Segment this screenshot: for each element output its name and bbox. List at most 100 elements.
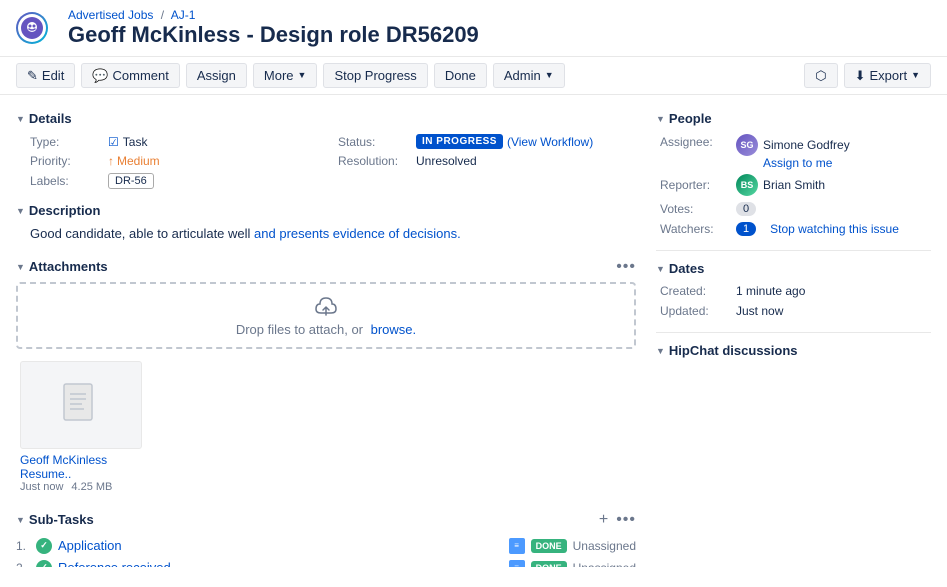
- reporter-name: Brian Smith: [763, 178, 825, 192]
- status-badge: IN PROGRESS: [416, 134, 503, 149]
- reporter-avatar: BS: [736, 174, 758, 196]
- subtask-2-name[interactable]: Reference received: [58, 560, 503, 567]
- votes-label: Votes:: [660, 202, 728, 216]
- stop-progress-button[interactable]: Stop Progress: [323, 63, 427, 88]
- subtask-1-name[interactable]: Application: [58, 538, 503, 553]
- edit-button[interactable]: ✎ ✎ Edit Edit: [16, 63, 75, 88]
- priority-label: Priority:: [30, 154, 100, 168]
- labels-row: Labels: DR-56: [30, 173, 328, 189]
- votes-row: Votes: 0: [660, 202, 931, 216]
- labels-label: Labels:: [30, 174, 100, 188]
- admin-chevron-icon: ▼: [545, 71, 554, 80]
- details-section: ▼ Details Type: ☑ Task Status: IN PROGRE…: [16, 111, 636, 189]
- app-logo: [16, 12, 48, 44]
- watchers-badge[interactable]: 1: [736, 222, 756, 236]
- subtask-2-status-badge: DONE: [531, 561, 567, 567]
- more-dropdown[interactable]: More ▼: [253, 63, 318, 88]
- subtasks-add-icon[interactable]: +: [599, 511, 608, 529]
- subtask-2-check-icon: ✓: [36, 560, 52, 567]
- subtasks-chevron-icon: ▼: [16, 515, 25, 525]
- subtasks-section-title[interactable]: ▼ Sub-Tasks: [16, 512, 94, 527]
- subtask-1-status-badge: DONE: [531, 539, 567, 553]
- updated-row: Updated: Just now: [660, 304, 931, 318]
- description-text: Good candidate, able to articulate well …: [16, 224, 636, 244]
- resolution-row: Resolution: Unresolved: [338, 154, 636, 168]
- subtask-1-num: 1.: [16, 539, 30, 553]
- attachments-section: ▼ Attachments ••• Drop files to attach, …: [16, 258, 636, 497]
- attachment-meta: Just now 4.25 MB: [20, 481, 142, 493]
- admin-dropdown[interactable]: Admin ▼: [493, 63, 565, 88]
- type-row: Type: ☑ Task: [30, 134, 328, 149]
- edit-icon: ✎: [27, 69, 38, 82]
- votes-badge[interactable]: 0: [736, 202, 756, 216]
- created-row: Created: 1 minute ago: [660, 284, 931, 298]
- subtasks-section: ▼ Sub-Tasks + ••• 1. ✓ Application ≡ DON…: [16, 511, 636, 567]
- subtask-row-1: 1. ✓ Application ≡ DONE Unassigned: [16, 535, 636, 557]
- subtask-2-num: 2.: [16, 561, 30, 567]
- attachment-name[interactable]: Geoff McKinless Resume..: [20, 453, 142, 481]
- attachments-section-title[interactable]: ▼ Attachments: [16, 259, 108, 274]
- view-workflow-link[interactable]: (View Workflow): [507, 135, 593, 149]
- description-link[interactable]: and presents evidence of decisions.: [254, 226, 461, 241]
- description-section-title[interactable]: ▼ Description: [16, 203, 636, 218]
- export-chevron-icon: ▼: [911, 71, 920, 80]
- breadcrumb-separator: /: [161, 8, 164, 22]
- reporter-label: Reporter:: [660, 178, 728, 192]
- share-icon: ⬡: [815, 69, 826, 82]
- comment-button[interactable]: 💬 Comment: [81, 63, 180, 88]
- browse-link[interactable]: browse.: [371, 322, 417, 337]
- assignee-row: Assignee: SG Simone Godfrey Assign to me: [660, 134, 931, 170]
- priority-value: ↑ Medium: [108, 154, 160, 168]
- details-section-title[interactable]: ▼ Details: [16, 111, 636, 126]
- status-value: IN PROGRESS (View Workflow): [416, 134, 593, 149]
- breadcrumb-issue[interactable]: AJ-1: [171, 8, 196, 22]
- priority-arrow-icon: ↑: [108, 154, 114, 168]
- subtasks-more-icon[interactable]: •••: [616, 511, 636, 529]
- assign-button[interactable]: Assign: [186, 63, 247, 88]
- type-value: ☑ Task: [108, 135, 147, 149]
- stop-watching-link[interactable]: Stop watching this issue: [770, 222, 899, 236]
- details-chevron-icon: ▼: [16, 114, 25, 124]
- share-button[interactable]: ⬡: [804, 63, 837, 88]
- subtask-1-check-icon: ✓: [36, 538, 52, 554]
- type-label: Type:: [30, 135, 100, 149]
- subtask-2-doc-icon: ≡: [509, 560, 525, 567]
- dates-chevron-icon: ▼: [656, 264, 665, 274]
- resolution-label: Resolution:: [338, 154, 408, 168]
- done-button[interactable]: Done: [434, 63, 487, 88]
- people-section-title[interactable]: ▼ People: [656, 111, 931, 126]
- status-row: Status: IN PROGRESS (View Workflow): [338, 134, 636, 149]
- breadcrumb-project[interactable]: Advertised Jobs: [68, 8, 153, 22]
- attachments-chevron-icon: ▼: [16, 262, 25, 272]
- export-dropdown[interactable]: ⬇ Export ▼: [844, 63, 931, 88]
- description-section: ▼ Description Good candidate, able to ar…: [16, 203, 636, 244]
- task-check-icon: ☑: [108, 135, 119, 149]
- subtask-1-doc-icon: ≡: [509, 538, 525, 554]
- subtask-row-2: 2. ✓ Reference received ≡ DONE Unassigne…: [16, 557, 636, 567]
- dates-section-title[interactable]: ▼ Dates: [656, 261, 931, 276]
- subtask-2-assignee: Unassigned: [573, 561, 636, 567]
- attachments-more-icon[interactable]: •••: [616, 258, 636, 276]
- breadcrumb: Advertised Jobs / AJ-1: [68, 8, 479, 22]
- watchers-label: Watchers:: [660, 222, 728, 236]
- hipchat-section: ▼ HipChat discussions: [656, 343, 931, 358]
- updated-value: Just now: [736, 304, 783, 318]
- labels-value[interactable]: DR-56: [108, 173, 154, 189]
- assignee-name: Simone Godfrey: [763, 138, 850, 152]
- assignee-avatar: SG: [736, 134, 758, 156]
- updated-label: Updated:: [660, 304, 728, 318]
- resolution-value: Unresolved: [416, 154, 477, 168]
- page-title: Geoff McKinless - Design role DR56209: [68, 22, 479, 48]
- comment-icon: 💬: [92, 69, 108, 82]
- assignee-label: Assignee:: [660, 134, 728, 149]
- hipchat-chevron-icon: ▼: [656, 346, 665, 356]
- assign-to-me-link[interactable]: Assign to me: [763, 156, 850, 170]
- people-section: ▼ People Assignee: SG Simone Godfrey Ass…: [656, 111, 931, 236]
- attachment-thumb[interactable]: [20, 361, 142, 449]
- reporter-row: Reporter: BS Brian Smith: [660, 174, 931, 196]
- drop-text: Drop files to attach, or: [236, 322, 363, 337]
- attachment-item: Geoff McKinless Resume.. Just now 4.25 M…: [20, 361, 142, 493]
- more-chevron-icon: ▼: [298, 71, 307, 80]
- dates-section: ▼ Dates Created: 1 minute ago Updated: J…: [656, 261, 931, 318]
- hipchat-section-title[interactable]: ▼ HipChat discussions: [656, 343, 931, 358]
